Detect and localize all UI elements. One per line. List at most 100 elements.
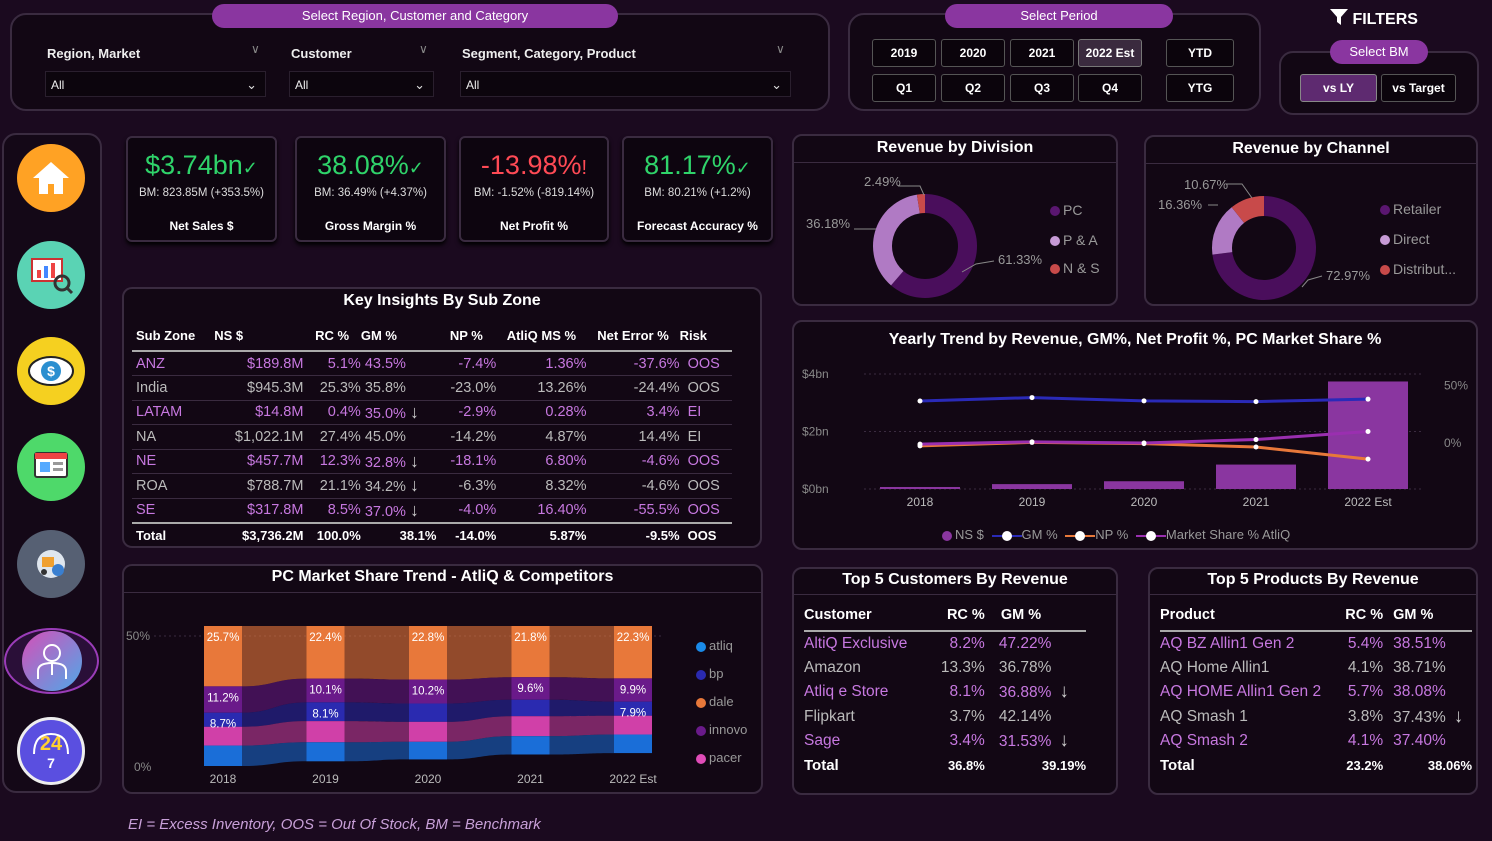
quarter-q2-button[interactable]: Q2	[941, 74, 1005, 102]
ribbon-band[interactable]	[344, 721, 410, 743]
table-row[interactable]: NE $457.7M 12.3% 32.8% ↓ -18.1% 6.80% -4.6% OOS	[132, 449, 732, 474]
column-header[interactable]: NP %	[436, 321, 496, 351]
market-share-segment[interactable]	[511, 699, 550, 717]
table-row[interactable]: India $945.3M 25.3% 35.8% -23.0% 13.26% -24.4%…	[132, 376, 732, 400]
quarter-q4-button[interactable]: Q4	[1078, 74, 1142, 102]
market-share-segment[interactable]	[409, 703, 447, 722]
legend-item[interactable]: bp	[696, 660, 747, 688]
trend-point[interactable]	[1253, 444, 1259, 450]
table-row[interactable]: Flipkart 3.7% 42.14%	[804, 705, 1086, 730]
ribbon-band[interactable]	[549, 677, 615, 702]
ribbon-band[interactable]	[344, 741, 410, 762]
market-share-segment[interactable]	[204, 745, 242, 766]
year-2019-button[interactable]: 2019	[872, 39, 936, 67]
legend-item[interactable]: innovo	[696, 716, 747, 744]
table-row[interactable]: Amazon 13.3% 36.78%	[804, 656, 1086, 681]
legend-item[interactable]: Market Share % AtliQ	[1135, 527, 1290, 542]
trend-point[interactable]	[917, 441, 923, 447]
legend-item[interactable]: Distribut...	[1380, 261, 1456, 277]
legend-item[interactable]: NP %	[1065, 527, 1128, 542]
column-header[interactable]: Sub Zone	[132, 321, 214, 351]
table-row[interactable]: AQ HOME Allin1 Gen 2 5.7% 38.08%	[1160, 680, 1472, 705]
revenue-bar[interactable]	[992, 484, 1072, 489]
revenue-bar[interactable]	[1104, 481, 1184, 489]
table-row[interactable]: LATAM $14.8M 0.4% 35.0% ↓ -2.9% 0.28% 3.4% EI	[132, 400, 732, 425]
column-header[interactable]: NS $	[214, 321, 303, 351]
trend-point[interactable]	[1029, 439, 1035, 445]
column-header[interactable]: RC %	[303, 321, 360, 351]
ytd-button[interactable]: YTD	[1166, 39, 1234, 67]
vs-ly-button[interactable]: vs LY	[1300, 74, 1377, 102]
ytg-button[interactable]: YTG	[1166, 74, 1234, 102]
trend-point[interactable]	[1141, 440, 1147, 446]
quarter-q1-button[interactable]: Q1	[872, 74, 936, 102]
ribbon-band[interactable]	[344, 626, 410, 680]
legend-item[interactable]: dale	[696, 688, 747, 716]
table-row[interactable]: SE $317.8M 8.5% 37.0% ↓ -4.0% 16.40% -55.5% OOS	[132, 498, 732, 523]
market-share-segment[interactable]	[409, 721, 447, 742]
filters-header[interactable]: FILTERS	[1330, 9, 1418, 31]
trend-point[interactable]	[1029, 395, 1035, 401]
column-header[interactable]: RC %	[930, 599, 991, 631]
market-share-segment[interactable]	[511, 736, 550, 755]
year-2022-est-button[interactable]: 2022 Est	[1078, 39, 1142, 67]
market-share-segment[interactable]	[306, 742, 345, 762]
table-row[interactable]: AltiQ Exclusive 8.2% 47.22%	[804, 631, 1086, 656]
trend-point[interactable]	[1253, 399, 1259, 405]
legend-item[interactable]: GM %	[991, 527, 1058, 542]
legend-item[interactable]: PC	[1050, 202, 1082, 218]
sales-view-button[interactable]: $	[17, 337, 85, 405]
table-row[interactable]: AQ Home Allin1 4.1% 38.71%	[1160, 656, 1472, 681]
supply-chain-view-button[interactable]	[17, 530, 85, 598]
trend-point[interactable]	[917, 398, 923, 404]
column-header[interactable]: Net Error %	[587, 321, 680, 351]
column-header[interactable]: GM %	[991, 599, 1086, 631]
year-2020-button[interactable]: 2020	[941, 39, 1005, 67]
ribbon-band[interactable]	[447, 626, 512, 680]
chevron-down-icon[interactable]: ∨	[251, 42, 260, 56]
table-row[interactable]: NA $1,022.1M 27.4% 45.0% -14.2% 4.87% 14.4% EI	[132, 425, 732, 449]
table-row[interactable]: AQ Smash 2 4.1% 37.40%	[1160, 729, 1472, 754]
vs-target-button[interactable]: vs Target	[1381, 74, 1456, 102]
trend-point[interactable]	[1141, 398, 1147, 404]
ribbon-band[interactable]	[344, 702, 410, 722]
marketing-view-button[interactable]	[17, 433, 85, 501]
ribbon-band[interactable]	[242, 742, 307, 766]
trend-point[interactable]	[1253, 437, 1259, 443]
column-header[interactable]: RC %	[1340, 599, 1389, 631]
chevron-down-icon[interactable]: ∨	[776, 42, 785, 56]
chevron-down-icon[interactable]: ∨	[419, 42, 428, 56]
legend-item[interactable]: pacer	[696, 744, 747, 772]
year-2021-button[interactable]: 2021	[1010, 39, 1074, 67]
column-header[interactable]: GM %	[361, 321, 437, 351]
market-share-segment[interactable]	[409, 741, 447, 760]
revenue-bar[interactable]	[880, 486, 960, 489]
quarter-q3-button[interactable]: Q3	[1010, 74, 1074, 102]
ribbon-band[interactable]	[549, 626, 615, 679]
trend-point[interactable]	[1365, 396, 1371, 402]
segment-select[interactable]: All ⌄	[460, 71, 791, 97]
legend-item[interactable]: NS $	[942, 527, 984, 542]
finance-view-button[interactable]	[17, 241, 85, 309]
column-header[interactable]: Risk	[680, 321, 732, 351]
legend-item[interactable]: Retailer	[1380, 201, 1441, 217]
column-header[interactable]: Customer	[804, 599, 930, 631]
region-market-select[interactable]: All ⌄	[45, 71, 266, 97]
table-row[interactable]: ROA $788.7M 21.1% 34.2% ↓ -6.3% 8.32% -4.6% OOS	[132, 474, 732, 498]
ribbon-band[interactable]	[549, 699, 615, 717]
home-button[interactable]	[17, 144, 85, 212]
table-row[interactable]: AQ BZ Allin1 Gen 2 5.4% 38.51%	[1160, 631, 1472, 656]
ribbon-band[interactable]	[549, 734, 615, 755]
donut-slice[interactable]	[873, 194, 920, 286]
legend-item[interactable]: N & S	[1050, 260, 1100, 276]
support-button[interactable]: 24 7	[17, 717, 85, 785]
ribbon-band[interactable]	[447, 677, 512, 704]
table-row[interactable]: AQ Smash 1 3.8% 37.43% ↓	[1160, 705, 1472, 730]
market-share-segment[interactable]	[614, 734, 652, 754]
executive-view-button[interactable]	[4, 628, 99, 694]
ribbon-band[interactable]	[242, 626, 307, 687]
column-header[interactable]: AtliQ MS %	[496, 321, 586, 351]
revenue-bar[interactable]	[1216, 464, 1296, 489]
legend-item[interactable]: P & A	[1050, 232, 1098, 248]
column-header[interactable]: Product	[1160, 599, 1340, 631]
